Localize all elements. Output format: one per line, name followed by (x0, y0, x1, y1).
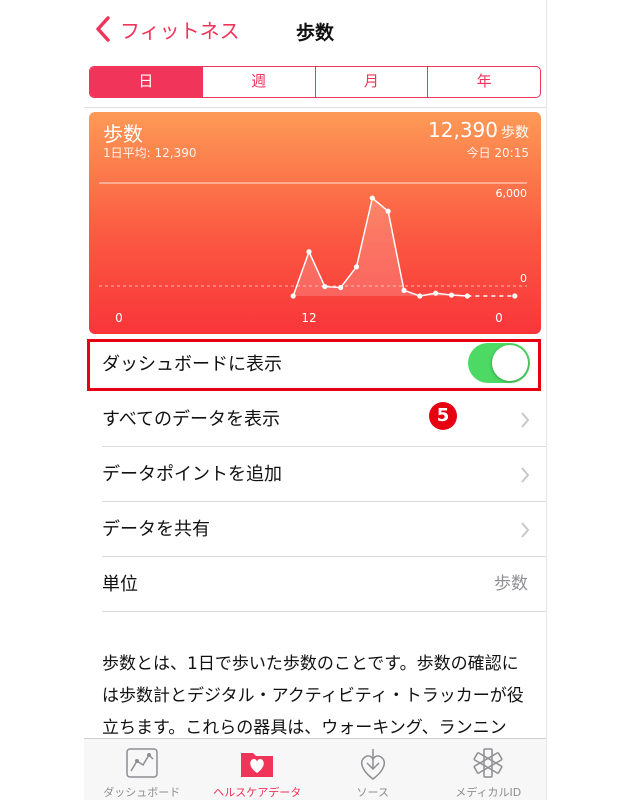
chevron-right-icon (521, 412, 530, 428)
tab-label: ヘルスケアデータ (213, 786, 302, 799)
segment-week[interactable]: 週 (201, 67, 315, 97)
data-point (322, 283, 328, 290)
data-point (306, 249, 312, 255)
data-point (401, 287, 407, 293)
segment-month[interactable]: 月 (314, 67, 428, 97)
dashboard-icon (126, 748, 158, 778)
medical-id-icon (473, 748, 503, 778)
health-data-icon (241, 753, 274, 777)
tab-label: メディカルID (455, 786, 522, 799)
data-point (385, 208, 391, 214)
row-unit-value: 歩数 (494, 574, 528, 594)
tab-bar: ダッシュボード ヘルスケアデータ ソース メディカルID (84, 738, 546, 800)
row-add-data-point[interactable]: データポイントを追加 (84, 447, 546, 502)
steps-line-chart: 6,000 0 0 12 0 (99, 182, 528, 325)
chevron-right-icon (521, 467, 530, 483)
period-segmented-control: 日 週 月 年 (89, 66, 541, 98)
row-unit[interactable]: 単位 歩数 (84, 557, 546, 612)
steps-chart-card[interactable]: 歩数 1日平均: 12,390 12,390 歩数 今日 20:15 6,000 0… (89, 112, 541, 334)
segment-divider (84, 107, 546, 108)
dashboard-toggle[interactable] (468, 343, 530, 383)
tab-sources[interactable]: ソース (315, 739, 431, 800)
data-point (512, 293, 518, 299)
toggle-knob (492, 345, 528, 381)
data-point (353, 264, 360, 270)
data-point (464, 293, 470, 299)
phone-screen: フィットネス 歩数 日 週 月 年 歩数 1日平均: 12,390 12,390… (84, 0, 546, 800)
row-unit-label: 単位 (102, 574, 138, 595)
right-divider (546, 0, 547, 800)
y-tick-label-zero: 0 (520, 272, 527, 285)
tab-medical-id[interactable]: メディカルID (431, 739, 547, 800)
data-point (417, 293, 423, 299)
y-tick-label-max: 6,000 (496, 187, 528, 200)
tab-dashboard[interactable]: ダッシュボード (84, 739, 200, 800)
segment-year[interactable]: 年 (427, 67, 540, 97)
data-point (338, 284, 344, 291)
row-show-all-data-label: すべてのデータを表示 (102, 409, 281, 430)
page-title: 歩数 (295, 22, 334, 44)
step-number-badge: 5 (429, 402, 457, 430)
data-point (290, 293, 296, 299)
row-share-data-label: データを共有 (102, 519, 210, 540)
x-tick-label: 0 (495, 311, 503, 325)
navigation-bar: フィットネス 歩数 (84, 0, 546, 60)
sources-icon (360, 749, 385, 780)
tab-label: ソース (356, 786, 389, 799)
row-separator (102, 611, 546, 612)
data-point (433, 290, 439, 296)
tab-health-data[interactable]: ヘルスケアデータ (200, 739, 316, 800)
chevron-right-icon (521, 522, 530, 538)
segment-day[interactable]: 日 (90, 67, 202, 97)
row-show-all-data[interactable]: すべてのデータを表示 (84, 392, 546, 447)
row-share-data[interactable]: データを共有 (84, 502, 546, 557)
series-area (293, 198, 468, 296)
tab-label: ダッシュボード (103, 786, 181, 799)
data-point (369, 195, 375, 201)
x-tick-label: 0 (115, 311, 123, 325)
row-add-data-point-label: データポイントを追加 (102, 464, 282, 485)
x-tick-label: 12 (301, 311, 316, 325)
data-point (448, 292, 455, 298)
